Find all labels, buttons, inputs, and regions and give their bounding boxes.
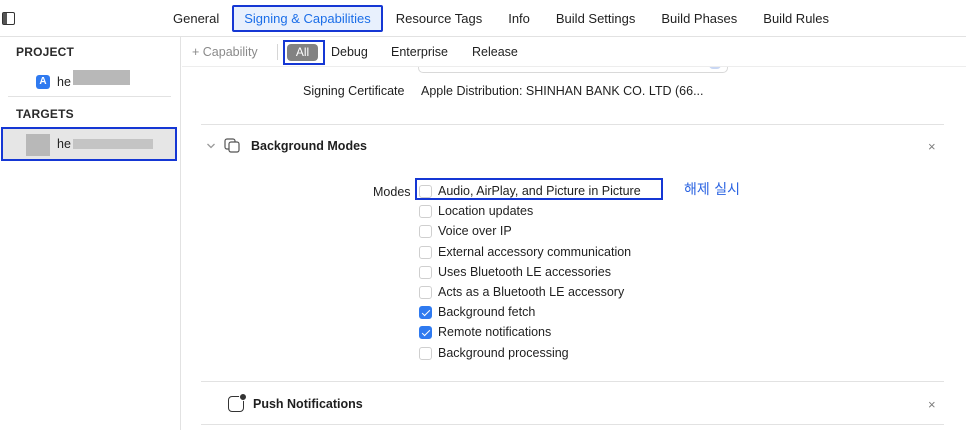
section-divider <box>201 424 944 425</box>
mode-label: Audio, AirPlay, and Picture in Picture <box>438 184 641 198</box>
modes-label: Modes <box>373 185 411 199</box>
filter-all[interactable]: All <box>287 44 318 61</box>
mode-acts-as-bluetooth-le[interactable]: Acts as a Bluetooth LE accessory <box>419 284 624 300</box>
filter-divider <box>277 44 278 60</box>
remove-push-notifications-icon[interactable]: × <box>928 397 936 412</box>
mode-uses-bluetooth-le[interactable]: Uses Bluetooth LE accessories <box>419 264 611 280</box>
editor-tabs: General Signing & Capabilities Resource … <box>160 0 842 37</box>
tab-general[interactable]: General <box>160 11 232 26</box>
filter-enterprise[interactable]: Enterprise <box>391 45 448 59</box>
mode-background-processing[interactable]: Background processing <box>419 345 569 361</box>
editor-tab-bar: General Signing & Capabilities Resource … <box>0 0 966 37</box>
mode-label: Uses Bluetooth LE accessories <box>438 265 612 279</box>
mode-label: Remote notifications <box>438 325 552 339</box>
checkbox[interactable] <box>419 285 432 299</box>
project-header: PROJECT <box>16 45 75 59</box>
push-notifications-icon <box>228 393 247 412</box>
mode-audio-airplay-pip[interactable]: Audio, AirPlay, and Picture in Picture <box>419 183 641 199</box>
annotation-text: 해제 실시 <box>684 182 740 198</box>
checkbox[interactable] <box>419 346 432 360</box>
checkbox[interactable] <box>419 245 432 259</box>
remove-background-modes-icon[interactable]: × <box>928 139 936 154</box>
section-divider <box>201 381 944 382</box>
project-item[interactable]: A he <box>36 74 71 90</box>
tab-build-phases[interactable]: Build Phases <box>648 11 750 26</box>
team-popup-field[interactable] <box>418 67 728 73</box>
background-modes-header[interactable]: Background Modes <box>206 137 367 155</box>
navigator-divider <box>8 96 171 97</box>
tab-info[interactable]: Info <box>495 11 543 26</box>
mode-label: External accessory communication <box>438 245 632 259</box>
redacted-project-name <box>73 70 130 85</box>
mode-label: Voice over IP <box>438 224 512 238</box>
sidebar-toggle-icon[interactable] <box>2 12 15 25</box>
filter-debug[interactable]: Debug <box>331 45 368 59</box>
project-item-label: he <box>57 75 71 89</box>
checkbox[interactable] <box>419 184 432 198</box>
mode-label: Location updates <box>438 204 534 218</box>
checkbox[interactable] <box>419 265 432 279</box>
tab-build-settings[interactable]: Build Settings <box>543 11 649 26</box>
push-notifications-header[interactable]: Push Notifications <box>228 393 363 413</box>
push-notifications-title: Push Notifications <box>253 397 363 411</box>
mode-label: Acts as a Bluetooth LE accessory <box>438 285 625 299</box>
redacted-target-name <box>73 139 153 149</box>
mode-background-fetch[interactable]: Background fetch <box>419 304 535 320</box>
filter-release[interactable]: Release <box>472 45 518 59</box>
tab-signing-capabilities[interactable]: Signing & Capabilities <box>232 5 383 32</box>
project-navigator: PROJECT A he TARGETS he <box>0 37 181 430</box>
tab-build-rules[interactable]: Build Rules <box>750 11 842 26</box>
app-project-icon: A <box>36 75 50 89</box>
checkbox[interactable] <box>419 204 432 218</box>
section-divider <box>201 124 944 125</box>
mode-label: Background fetch <box>438 305 536 319</box>
background-modes-title: Background Modes <box>251 139 367 153</box>
mode-remote-notifications[interactable]: Remote notifications <box>419 324 551 340</box>
add-capability-button[interactable]: + Capability <box>192 45 258 59</box>
capabilities-content: Signing Certificate Apple Distribution: … <box>182 67 966 430</box>
mode-label: Background processing <box>438 346 569 360</box>
target-item[interactable]: he <box>1 127 177 161</box>
target-item-label: he <box>57 137 71 151</box>
chevron-down-icon[interactable] <box>206 141 216 151</box>
mode-location-updates[interactable]: Location updates <box>419 203 533 219</box>
mode-voice-over-ip[interactable]: Voice over IP <box>419 223 512 239</box>
capability-filter-bar: + Capability All Debug Enterprise Releas… <box>182 37 966 67</box>
checkbox-checked[interactable] <box>419 325 432 339</box>
targets-header: TARGETS <box>16 107 74 121</box>
background-modes-icon <box>224 138 242 154</box>
mode-external-accessory[interactable]: External accessory communication <box>419 244 631 260</box>
checkbox[interactable] <box>419 224 432 238</box>
checkbox-checked[interactable] <box>419 305 432 319</box>
tab-resource-tags[interactable]: Resource Tags <box>383 11 495 26</box>
signing-certificate-label: Signing Certificate <box>303 84 405 98</box>
redacted-target-icon <box>26 134 50 156</box>
signing-certificate-value: Apple Distribution: SHINHAN BANK CO. LTD… <box>421 84 704 98</box>
